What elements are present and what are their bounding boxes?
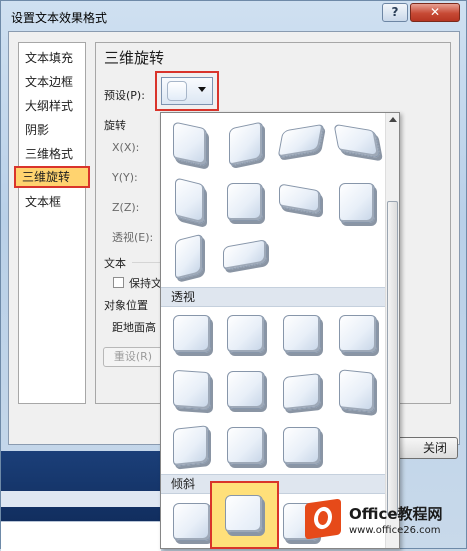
nav-item-text-fill[interactable]: 文本填充 — [22, 47, 73, 69]
nav-item-text-box[interactable]: 文本框 — [22, 191, 61, 213]
preset-perspective-6[interactable] — [227, 371, 265, 409]
text-section-label: 文本 — [104, 257, 126, 270]
preset-perspective-2[interactable] — [227, 315, 265, 353]
preset-label: 预设(P): — [104, 89, 145, 102]
preset-parallel-3[interactable] — [277, 123, 325, 159]
z-rotation-label: Z(Z): — [112, 201, 140, 214]
y-rotation-label: Y(Y): — [112, 171, 138, 184]
chevron-down-icon — [198, 87, 206, 92]
preset-parallel-5[interactable] — [175, 177, 205, 225]
close-window-button[interactable]: ✕ — [410, 3, 460, 22]
preset-parallel-8[interactable] — [339, 183, 375, 223]
distance-from-ground-label: 距地面高 — [112, 321, 156, 334]
preset-swatch-icon — [167, 81, 187, 101]
dialog-title: 设置文本效果格式 — [11, 11, 108, 25]
background-window — [1, 451, 161, 551]
preset-gallery-dropdown: 透视 倾斜 — [160, 112, 400, 549]
scroll-thumb[interactable] — [387, 201, 398, 516]
title-bar: 设置文本效果格式 ? ✕ — [1, 1, 466, 31]
nav-item-shadow[interactable]: 阴影 — [22, 119, 49, 141]
keep-text-flat-label: 保持文 — [129, 277, 162, 290]
watermark-name: Office教程网 — [349, 505, 443, 523]
rotation-section-label: 旋转 — [104, 119, 126, 132]
gallery-scrollbar[interactable] — [385, 113, 399, 548]
selected-preset-shape-icon — [225, 495, 263, 533]
close-button[interactable]: 关闭 — [395, 437, 458, 459]
object-position-label: 对象位置 — [104, 299, 148, 312]
preset-perspective-10[interactable] — [227, 427, 265, 465]
preset-perspective-3[interactable] — [283, 315, 321, 353]
preset-perspective-9[interactable] — [173, 425, 209, 467]
category-list: 文本填充 文本边框 大纲样式 阴影 三维格式 三维旋转 文本框 — [14, 42, 90, 404]
reset-button[interactable]: 重设(R) — [103, 347, 163, 367]
preset-perspective-4[interactable] — [339, 315, 377, 353]
text-section-divider — [132, 262, 162, 263]
preset-perspective-11[interactable] — [283, 427, 321, 465]
preset-parallel-10[interactable] — [223, 239, 267, 271]
preset-parallel-9[interactable] — [175, 233, 203, 281]
nav-item-text-border[interactable]: 文本边框 — [22, 71, 73, 93]
background-panel — [1, 521, 161, 551]
nav-item-outline-style[interactable]: 大纲样式 — [22, 95, 73, 117]
panel-heading: 三维旋转 — [104, 49, 165, 67]
preset-highlight — [155, 71, 219, 111]
preset-parallel-6[interactable] — [227, 183, 263, 221]
preset-oblique-2-selected[interactable] — [210, 481, 279, 549]
preset-parallel-7[interactable] — [279, 183, 321, 215]
dialog-window: 设置文本效果格式 ? ✕ 文本填充 文本边框 大纲样式 阴影 三维格式 三维旋转… — [0, 0, 467, 551]
nav-item-3d-format[interactable]: 三维格式 — [22, 143, 73, 165]
preset-perspective-5[interactable] — [173, 369, 211, 411]
nav-item-3d-rotation[interactable]: 三维旋转 — [14, 166, 90, 188]
keep-text-flat-checkbox[interactable] — [113, 277, 124, 288]
preset-dropdown-button[interactable] — [161, 77, 213, 105]
x-rotation-label: X(X): — [112, 141, 140, 154]
section-header-perspective: 透视 — [161, 287, 385, 307]
preset-perspective-1[interactable] — [173, 315, 211, 353]
preset-parallel-1[interactable] — [173, 121, 207, 167]
help-button[interactable]: ? — [382, 3, 408, 22]
office-logo-icon — [305, 498, 341, 540]
background-strip — [1, 491, 161, 507]
preset-oblique-1[interactable] — [173, 503, 211, 541]
preset-perspective-8[interactable] — [339, 369, 375, 413]
watermark-logo: Office教程网 www.office26.com — [305, 498, 465, 547]
watermark-url: www.office26.com — [349, 525, 441, 536]
preset-parallel-2[interactable] — [229, 121, 263, 167]
perspective-label: 透视(E): — [112, 231, 154, 244]
preset-perspective-7[interactable] — [283, 373, 321, 411]
preset-parallel-4[interactable] — [333, 123, 381, 159]
scroll-up-arrow-icon[interactable] — [389, 117, 397, 122]
